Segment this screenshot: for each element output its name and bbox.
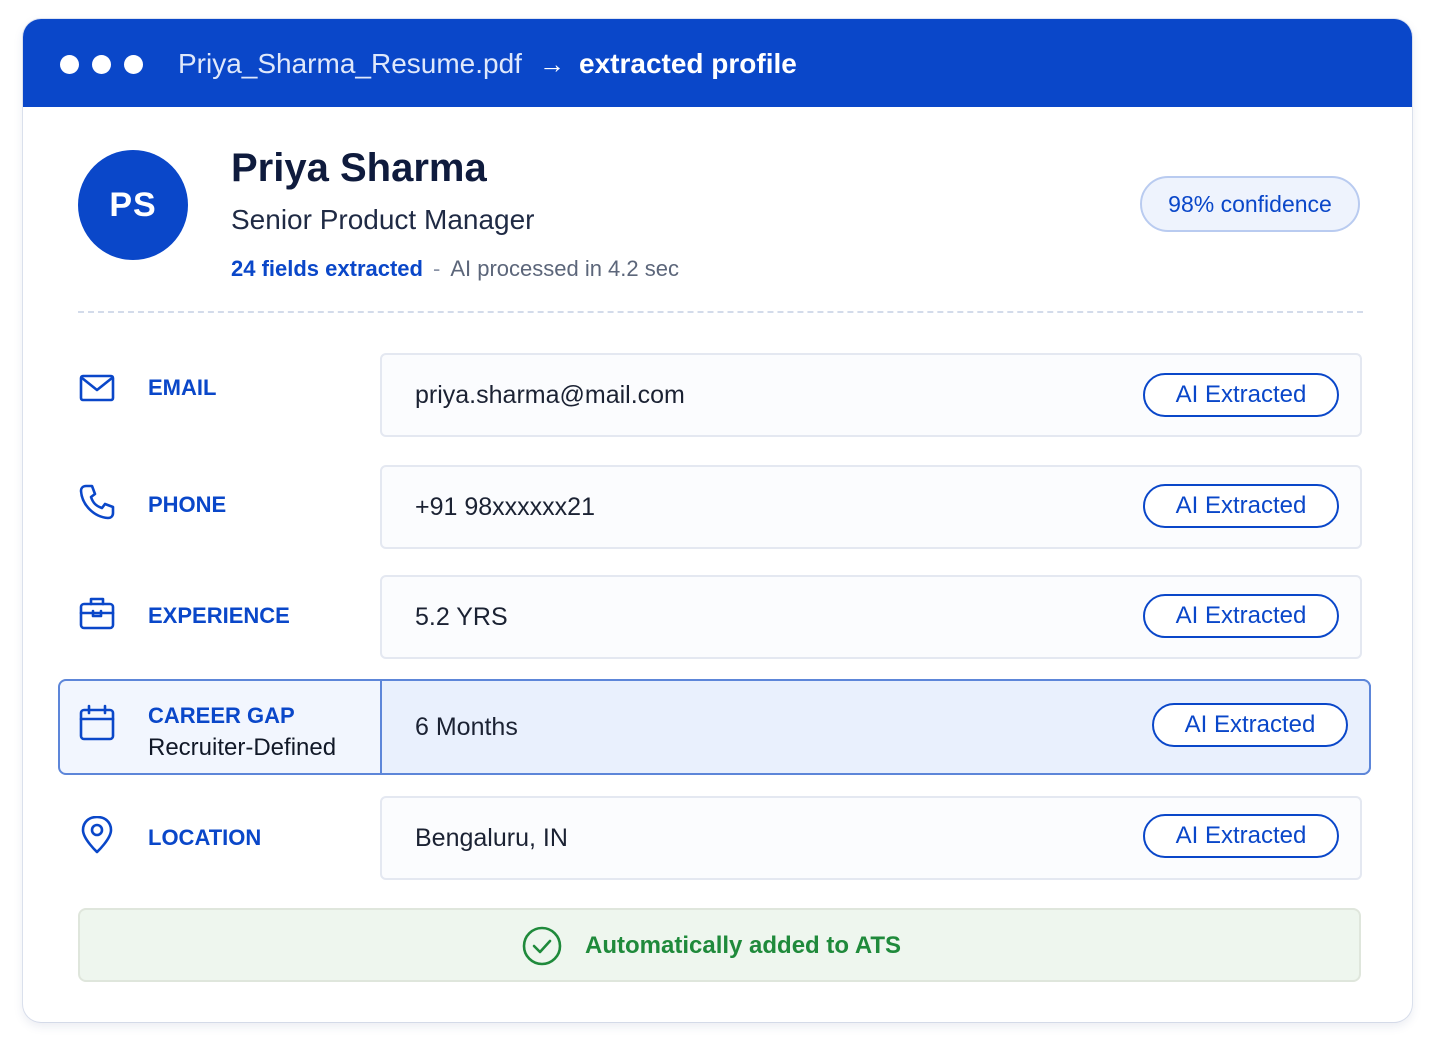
ats-status-message: Automatically added to ATS [585, 932, 902, 959]
ai-extracted-badge: AI Extracted [1143, 484, 1339, 528]
field-label-email: EMAIL [148, 375, 217, 400]
briefcase-icon [78, 594, 116, 632]
location-pin-icon [78, 816, 116, 854]
source-filename: Priya_Sharma_Resume.pdf [178, 48, 522, 79]
field-value-email[interactable]: priya.sharma@mail.com AI Extracted [380, 353, 1362, 437]
fields-extracted-count: 24 fields extracted [231, 256, 423, 281]
field-label-location: LOCATION [148, 825, 262, 850]
phone-value: +91 98xxxxxx21 [415, 493, 595, 521]
confidence-badge: 98% confidence [1140, 176, 1360, 232]
field-value-phone[interactable]: +91 98xxxxxx21 AI Extracted [380, 465, 1362, 549]
ai-extracted-badge: AI Extracted [1152, 703, 1348, 747]
email-value: priya.sharma@mail.com [415, 381, 685, 409]
field-value-career-gap[interactable]: 6 Months AI Extracted [380, 679, 1371, 775]
field-label-experience: EXPERIENCE [148, 603, 290, 628]
meta-separator: - [432, 256, 441, 281]
view-mode-title: extracted profile [579, 48, 797, 79]
candidate-name: Priya Sharma [231, 146, 487, 190]
processing-time: AI processed in 4.2 sec [450, 256, 679, 281]
recruiter-defined-label: Recruiter-Defined [148, 734, 337, 761]
field-label-phone: PHONE [148, 492, 227, 517]
title-bar: Priya_Sharma_Resume.pdf → extracted prof… [23, 19, 1412, 107]
location-value: Bengaluru, IN [415, 824, 568, 852]
experience-value: 5.2 YRS [415, 603, 508, 631]
extraction-window: Priya_Sharma_Resume.pdf → extracted prof… [23, 19, 1412, 1022]
window-dot-2[interactable] [92, 55, 111, 74]
field-value-location[interactable]: Bengaluru, IN AI Extracted [380, 796, 1362, 880]
ats-status-bar: Automatically added to ATS [78, 908, 1361, 982]
phone-icon [78, 483, 116, 521]
mail-icon [78, 369, 116, 407]
field-value-experience[interactable]: 5.2 YRS AI Extracted [380, 575, 1362, 659]
check-circle-icon [521, 925, 563, 967]
window-dot-1[interactable] [60, 55, 79, 74]
career-gap-value: 6 Months [415, 713, 518, 741]
avatar: PS [78, 150, 188, 260]
window-dot-3[interactable] [124, 55, 143, 74]
section-divider [78, 311, 1363, 313]
calendar-icon [78, 704, 116, 742]
arrow-right-icon: → [539, 49, 565, 79]
field-label-career-gap: CAREER GAP [148, 703, 295, 728]
ai-extracted-badge: AI Extracted [1143, 814, 1339, 858]
extraction-meta: 24 fields extracted - AI processed in 4.2 … [231, 255, 679, 283]
ai-extracted-badge: AI Extracted [1143, 594, 1339, 638]
ai-extracted-badge: AI Extracted [1143, 373, 1339, 417]
candidate-role: Senior Product Manager [231, 204, 535, 235]
